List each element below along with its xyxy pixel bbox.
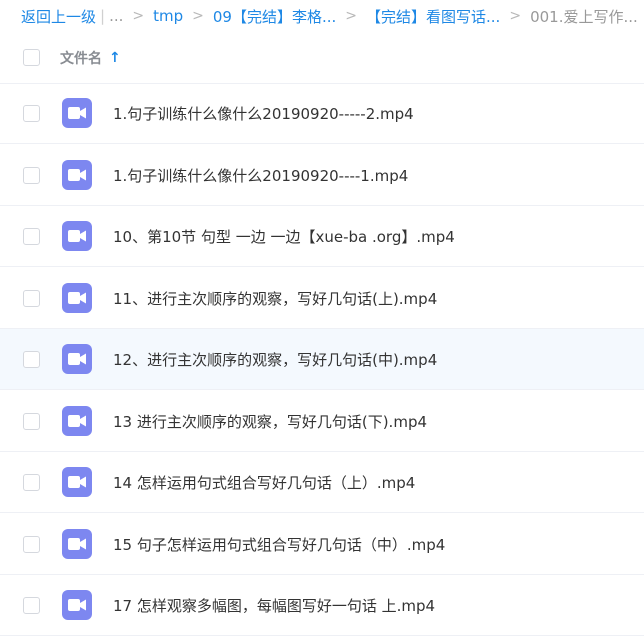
row-checkbox[interactable] bbox=[23, 228, 40, 245]
row-checkbox[interactable] bbox=[23, 474, 40, 491]
back-link[interactable]: 返回上一级 bbox=[21, 6, 96, 27]
select-all-checkbox[interactable] bbox=[23, 49, 40, 66]
video-file-icon bbox=[62, 590, 92, 620]
video-file-icon bbox=[62, 98, 92, 128]
row-checkbox[interactable] bbox=[23, 289, 40, 307]
file-row[interactable]: 13 进行主次顺序的观察，写好几句话(下).mp4 bbox=[0, 391, 644, 452]
breadcrumb-item-3[interactable]: 【完结】看图写话... bbox=[366, 6, 500, 27]
breadcrumb-divider: | bbox=[100, 7, 106, 25]
file-row[interactable]: 15 句子怎样运用句式组合写好几句话（中）.mp4 bbox=[0, 514, 644, 575]
filename-column-label: 文件名 bbox=[60, 50, 102, 67]
video-file-icon bbox=[62, 344, 92, 374]
file-name[interactable]: 15 句子怎样运用句式组合写好几句话（中）.mp4 bbox=[113, 534, 445, 555]
row-checkbox[interactable] bbox=[23, 412, 40, 430]
breadcrumb-item-2[interactable]: 09【完结】李格... bbox=[213, 6, 336, 27]
breadcrumb-current: 001.爱上写作... bbox=[530, 7, 638, 26]
video-file-icon bbox=[62, 405, 92, 436]
video-file-icon bbox=[62, 159, 92, 190]
file-row[interactable]: 10、第10节 句型 一边 一边【xue-ba .org】.mp4 bbox=[0, 206, 644, 267]
breadcrumb: 返回上一级 | ... > tmp > 09【完结】李格... > 【完结】看图… bbox=[0, 0, 644, 32]
file-row[interactable]: 11、进行主次顺序的观察，写好几句话(上).mp4 bbox=[0, 268, 644, 329]
video-file-icon bbox=[62, 221, 92, 251]
breadcrumb-separator: > bbox=[345, 8, 358, 24]
breadcrumb-separator: > bbox=[192, 8, 204, 24]
file-name[interactable]: 17 怎样观察多幅图，每幅图写好一句话 上.mp4 bbox=[113, 595, 435, 616]
file-row[interactable]: 14 怎样运用句式组合写好几句话（上）.mp4 bbox=[0, 452, 644, 513]
file-list-header: 文件名 ↑ bbox=[0, 32, 644, 84]
file-name[interactable]: 13 进行主次顺序的观察，写好几句话(下).mp4 bbox=[113, 411, 427, 432]
row-checkbox[interactable] bbox=[23, 535, 40, 553]
file-row[interactable]: 1.句子训练什么像什么20190920----1.mp4 bbox=[0, 145, 644, 206]
file-name[interactable]: 10、第10节 句型 一边 一边【xue-ba .org】.mp4 bbox=[113, 226, 455, 247]
video-file-icon bbox=[62, 528, 92, 559]
video-file-icon bbox=[62, 282, 92, 313]
file-name[interactable]: 1.句子训练什么像什么20190920-----2.mp4 bbox=[113, 103, 414, 124]
file-name[interactable]: 11、进行主次顺序的观察，写好几句话(上).mp4 bbox=[113, 288, 437, 309]
file-row[interactable]: 1.句子训练什么像什么20190920-----2.mp4 bbox=[0, 83, 644, 144]
file-name[interactable]: 12、进行主次顺序的观察，写好几句话(中).mp4 bbox=[113, 349, 437, 370]
breadcrumb-ellipsis[interactable]: ... bbox=[109, 7, 123, 25]
file-name[interactable]: 14 怎样运用句式组合写好几句话（上）.mp4 bbox=[113, 472, 415, 493]
filename-column-header[interactable]: 文件名 ↑ bbox=[60, 48, 121, 68]
row-checkbox[interactable] bbox=[23, 597, 40, 614]
arrow-up-icon[interactable]: ↑ bbox=[109, 50, 121, 66]
row-checkbox[interactable] bbox=[23, 351, 40, 368]
file-row[interactable]: 17 怎样观察多幅图，每幅图写好一句话 上.mp4 bbox=[0, 575, 644, 636]
row-checkbox[interactable] bbox=[23, 105, 40, 122]
file-name[interactable]: 1.句子训练什么像什么20190920----1.mp4 bbox=[113, 165, 408, 186]
file-row[interactable]: 12、进行主次顺序的观察，写好几句话(中).mp4 bbox=[0, 329, 644, 390]
row-checkbox[interactable] bbox=[23, 166, 40, 184]
video-file-icon bbox=[62, 467, 92, 497]
breadcrumb-separator: > bbox=[509, 8, 522, 24]
breadcrumb-separator: > bbox=[132, 8, 145, 24]
breadcrumb-item-tmp[interactable]: tmp bbox=[153, 7, 183, 25]
